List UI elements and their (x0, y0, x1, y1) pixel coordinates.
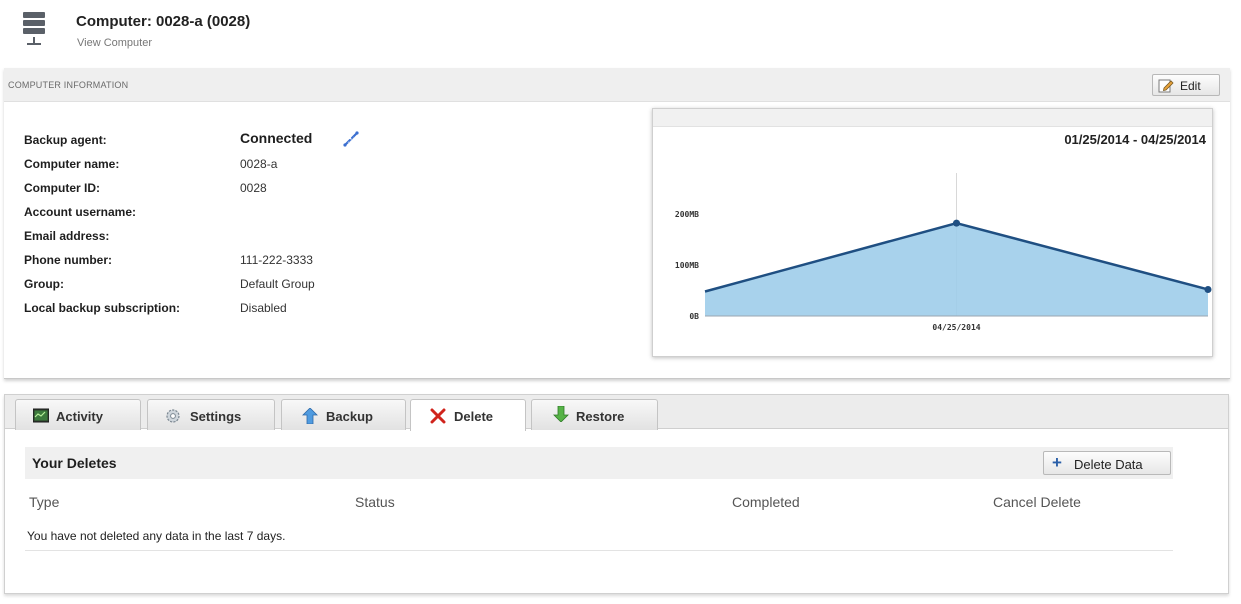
detail-label: Computer ID: (24, 181, 100, 195)
tab-label: Activity (56, 409, 103, 424)
page-title: Computer: 0028-a (0028) (76, 13, 251, 30)
detail-label: Group: (24, 277, 64, 291)
up-arrow-icon (302, 408, 318, 424)
column-header-type: Type (29, 494, 60, 510)
tab-label: Restore (576, 409, 625, 424)
detail-row-computer-id: Computer ID: 0028 (24, 181, 624, 199)
chart-data-point (1204, 285, 1212, 293)
detail-value: 0028-a (240, 157, 278, 171)
table-divider (25, 550, 1173, 551)
chart-x-tick-label: 04/25/2014 (932, 323, 980, 332)
edit-button-label: Edit (1180, 79, 1201, 93)
detail-label: Account username: (24, 205, 137, 219)
server-icon (23, 12, 45, 48)
empty-deletes-message: You have not deleted any data in the las… (27, 529, 286, 543)
x-icon (430, 408, 446, 424)
detail-row-phone-number: Phone number: 111-222-3333 (24, 253, 624, 271)
detail-label: Computer name: (24, 157, 120, 171)
detail-value: 0028 (240, 181, 267, 195)
section-title: COMPUTER INFORMATION (8, 80, 129, 90)
storage-chart: 01/25/2014 - 04/25/2014 0B 100MB 200MB 04/2… (652, 108, 1213, 357)
column-header-status: Status (355, 494, 395, 510)
detail-value: Default Group (240, 277, 315, 291)
tab-settings[interactable]: Settings (147, 399, 275, 430)
tab-restore[interactable]: Restore (531, 399, 658, 430)
chart-data-point (953, 219, 960, 227)
detail-value: Connected (240, 130, 313, 146)
detail-row-group: Group: Default Group (24, 277, 624, 295)
pencil-icon (1158, 79, 1174, 93)
tab-strip: Activity Settings Backup Delete Restore (5, 395, 1228, 431)
chart-y-tick-label: 100MB (675, 261, 699, 270)
detail-row-account-username: Account username: (24, 205, 624, 223)
delete-data-button[interactable]: + Delete Data (1043, 451, 1171, 475)
detail-row-email-address: Email address: (24, 229, 624, 247)
deletes-title: Your Deletes (32, 455, 117, 471)
edit-button[interactable]: Edit (1152, 74, 1220, 96)
chart-y-tick-label: 0B (689, 312, 699, 321)
detail-value: Disabled (240, 301, 287, 315)
column-header-completed: Completed (732, 494, 800, 510)
down-arrow-icon (553, 406, 569, 422)
detail-row-backup-agent: Backup agent: Connected (24, 130, 624, 151)
chart-plot: 0B 100MB 200MB 04/25/2014 (675, 173, 1212, 332)
detail-label: Local backup subscription: (24, 301, 181, 315)
detail-label: Phone number: (24, 253, 113, 267)
page-header: Computer: 0028-a (0028) View Computer (0, 0, 1241, 68)
tabs-panel: Activity Settings Backup Delete Restore … (4, 394, 1229, 594)
page-subtitle[interactable]: View Computer (77, 37, 152, 49)
tab-delete[interactable]: Delete (410, 399, 526, 431)
tab-backup[interactable]: Backup (281, 399, 406, 430)
tab-label: Backup (326, 409, 373, 424)
column-header-cancel-delete: Cancel Delete (993, 494, 1081, 510)
chart-y-tick-label: 200MB (675, 210, 699, 219)
detail-row-computer-name: Computer name: 0028-a (24, 157, 624, 175)
detail-label: Backup agent: (24, 133, 107, 147)
gear-icon (166, 409, 180, 423)
detail-value: 111-222-3333 (240, 253, 313, 267)
detail-row-local-backup-subscription: Local backup subscription: Disabled (24, 301, 624, 319)
detail-label: Email address: (24, 229, 110, 243)
deletes-header: Your Deletes + Delete Data (25, 447, 1173, 479)
connected-link-icon (343, 131, 359, 147)
tab-label: Delete (454, 409, 494, 424)
tab-activity[interactable]: Activity (15, 399, 141, 430)
monitor-icon (33, 408, 49, 423)
delete-data-label: Delete Data (1074, 457, 1143, 472)
section-header: COMPUTER INFORMATION Edit (4, 68, 1230, 102)
plus-icon: + (1052, 453, 1062, 472)
tab-label: Settings (190, 409, 242, 424)
